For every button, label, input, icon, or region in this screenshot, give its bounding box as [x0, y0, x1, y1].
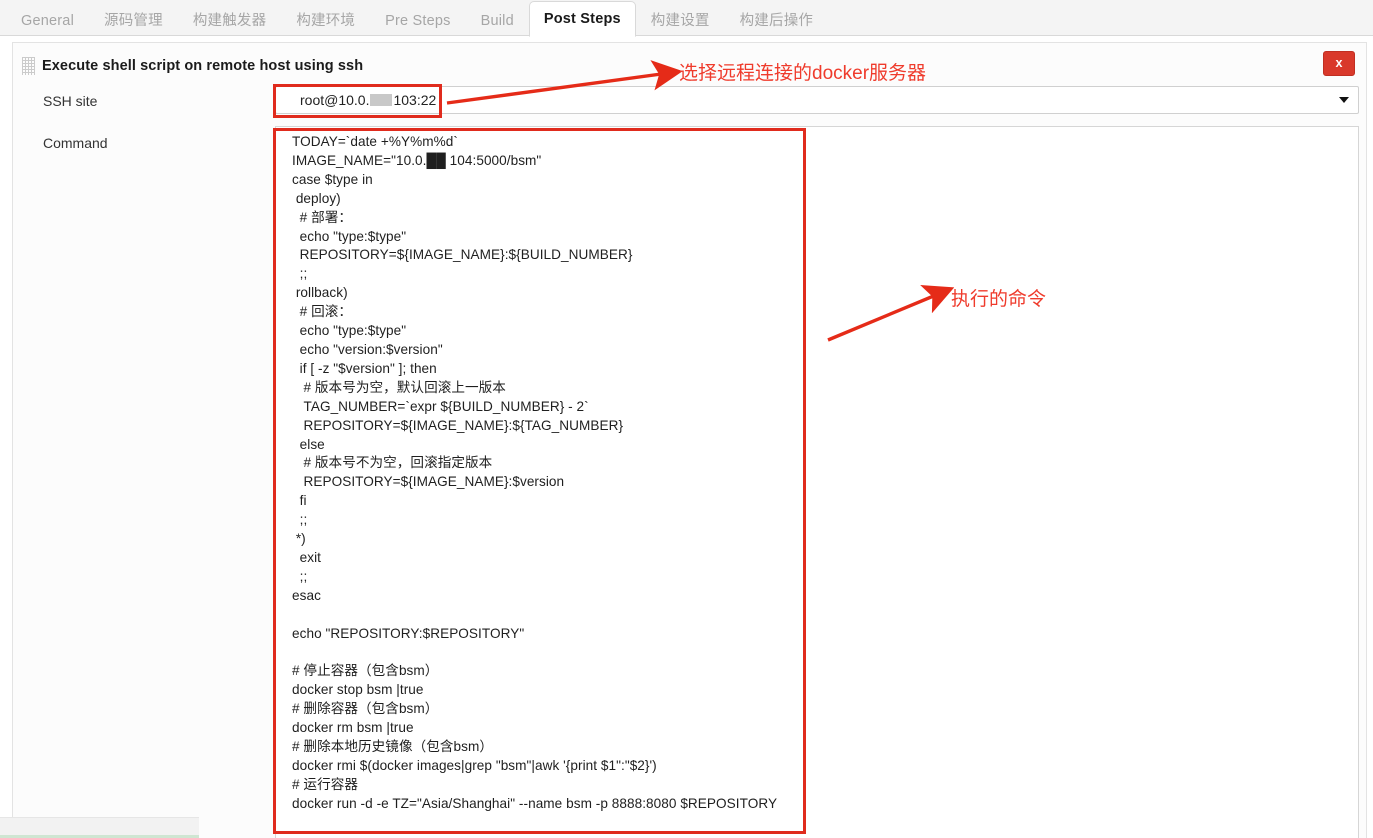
tab-build[interactable]: Build	[466, 5, 529, 36]
bottom-left-strip	[0, 817, 199, 835]
tab-list: General 源码管理 构建触发器 构建环境 Pre Steps Build …	[0, 0, 1373, 37]
annotation-label-command: 执行的命令	[951, 289, 1047, 310]
command-textarea-value: TODAY=`date +%Y%m%d` IMAGE_NAME="10.0.██…	[292, 134, 778, 811]
chevron-down-icon[interactable]	[1339, 97, 1349, 103]
annotation-label-ssh-site: 选择远程连接的docker服务器	[679, 63, 927, 84]
config-tab-bar: General 源码管理 构建触发器 构建环境 Pre Steps Build …	[0, 0, 1373, 37]
close-button[interactable]: x	[1323, 51, 1355, 76]
command-label: Command	[43, 135, 108, 151]
drag-handle-icon[interactable]	[22, 57, 35, 75]
tab-post-build-actions[interactable]: 构建后操作	[725, 5, 829, 36]
tab-post-steps[interactable]: Post Steps	[528, 1, 636, 37]
ssh-site-value-prefix: root@10.0.	[300, 92, 370, 108]
ssh-site-value: root@10.0. 103:22	[300, 92, 436, 108]
jenkins-job-config-page: General 源码管理 构建触发器 构建环境 Pre Steps Build …	[0, 0, 1373, 838]
tab-build-settings[interactable]: 构建设置	[636, 5, 725, 36]
ssh-step-panel: Execute shell script on remote host usin…	[12, 42, 1367, 838]
tab-source-management[interactable]: 源码管理	[89, 5, 178, 36]
tab-pre-steps[interactable]: Pre Steps	[370, 5, 465, 36]
panel-title: Execute shell script on remote host usin…	[42, 58, 364, 74]
command-textarea[interactable]: TODAY=`date +%Y%m%d` IMAGE_NAME="10.0.██…	[275, 126, 1359, 838]
tab-build-environment[interactable]: 构建环境	[281, 5, 370, 36]
ssh-site-select[interactable]: root@10.0. 103:22	[275, 86, 1359, 114]
ssh-site-value-suffix: 103:22	[393, 92, 437, 108]
tab-build-trigger[interactable]: 构建触发器	[178, 5, 282, 36]
ssh-step-panel-body: Execute shell script on remote host usin…	[13, 43, 1366, 838]
ssh-site-label: SSH site	[43, 93, 98, 109]
tab-general[interactable]: General	[6, 5, 89, 36]
redaction-block	[370, 94, 393, 106]
